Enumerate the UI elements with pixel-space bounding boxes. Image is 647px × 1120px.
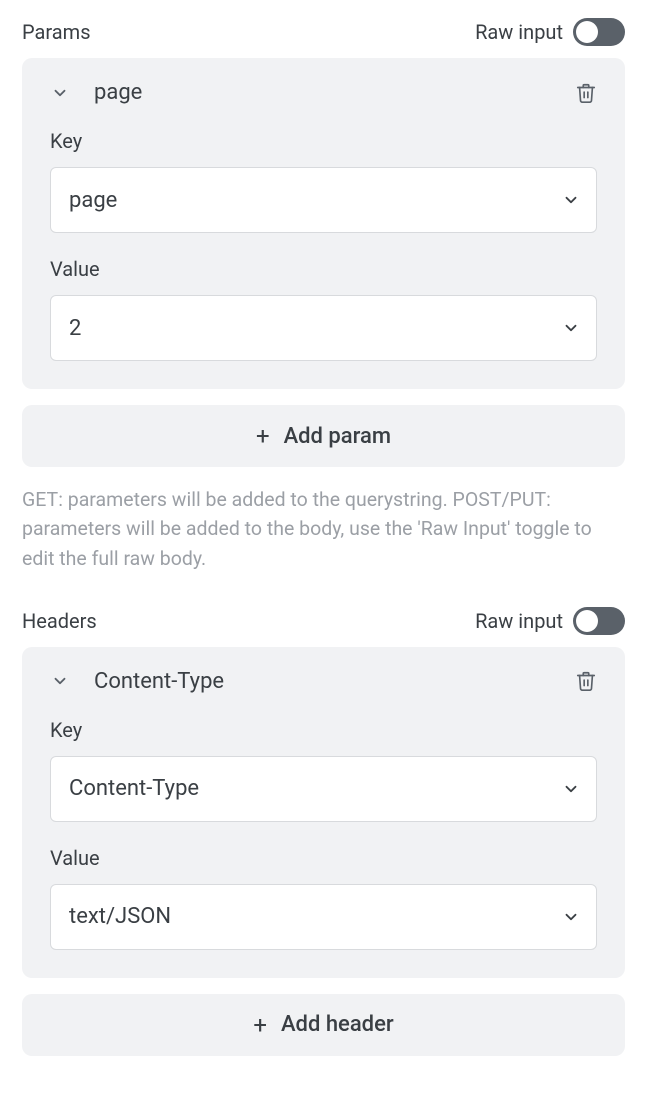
headers-title: Headers	[22, 609, 97, 633]
params-raw-input-toggle[interactable]	[573, 18, 625, 46]
param-key-value: page	[69, 188, 117, 213]
header-key-label: Key	[50, 718, 597, 742]
param-value-select[interactable]: 2	[50, 295, 597, 361]
param-key-group: Key page	[50, 129, 597, 233]
params-raw-input-group: Raw input	[475, 18, 625, 46]
header-value-group: Value text/JSON	[50, 846, 597, 950]
chevron-down-icon	[562, 319, 580, 337]
plus-icon: +	[253, 1013, 267, 1037]
param-key-label: Key	[50, 129, 597, 153]
header-value-select[interactable]: text/JSON	[50, 884, 597, 950]
add-param-label: Add param	[284, 424, 391, 449]
params-help-text: GET: parameters will be added to the que…	[22, 485, 625, 573]
trash-icon[interactable]	[575, 670, 597, 692]
header-value-label: Value	[50, 846, 597, 870]
headers-raw-input-toggle[interactable]	[573, 607, 625, 635]
header-key-group: Key Content-Type	[50, 718, 597, 822]
chevron-down-icon	[562, 780, 580, 798]
param-value-label: Value	[50, 257, 597, 281]
add-header-label: Add header	[281, 1012, 394, 1037]
header-name: Content-Type	[94, 669, 224, 694]
plus-icon: +	[256, 424, 270, 448]
add-param-button[interactable]: + Add param	[22, 405, 625, 467]
params-title: Params	[22, 20, 91, 44]
header-value-value: text/JSON	[69, 904, 171, 929]
param-card: page Key page Value 2	[22, 58, 625, 389]
toggle-knob	[576, 610, 598, 632]
add-header-button[interactable]: + Add header	[22, 994, 625, 1056]
header-key-select[interactable]: Content-Type	[50, 756, 597, 822]
chevron-down-icon	[562, 191, 580, 209]
param-value-value: 2	[69, 316, 81, 341]
param-card-header-left: page	[50, 80, 142, 105]
toggle-knob	[576, 21, 598, 43]
param-key-select[interactable]: page	[50, 167, 597, 233]
params-raw-input-label: Raw input	[475, 20, 563, 44]
chevron-down-icon	[562, 908, 580, 926]
header-card-header: Content-Type	[50, 669, 597, 694]
headers-raw-input-group: Raw input	[475, 607, 625, 635]
headers-raw-input-label: Raw input	[475, 609, 563, 633]
param-value-group: Value 2	[50, 257, 597, 361]
trash-icon[interactable]	[575, 82, 597, 104]
chevron-down-icon[interactable]	[50, 83, 70, 103]
headers-section-header: Headers Raw input	[22, 607, 625, 635]
params-section-header: Params Raw input	[22, 18, 625, 46]
header-card: Content-Type Key Content-Type Value text…	[22, 647, 625, 978]
param-card-header: page	[50, 80, 597, 105]
header-key-value: Content-Type	[69, 776, 199, 801]
chevron-down-icon[interactable]	[50, 671, 70, 691]
param-name: page	[94, 80, 142, 105]
header-card-header-left: Content-Type	[50, 669, 224, 694]
